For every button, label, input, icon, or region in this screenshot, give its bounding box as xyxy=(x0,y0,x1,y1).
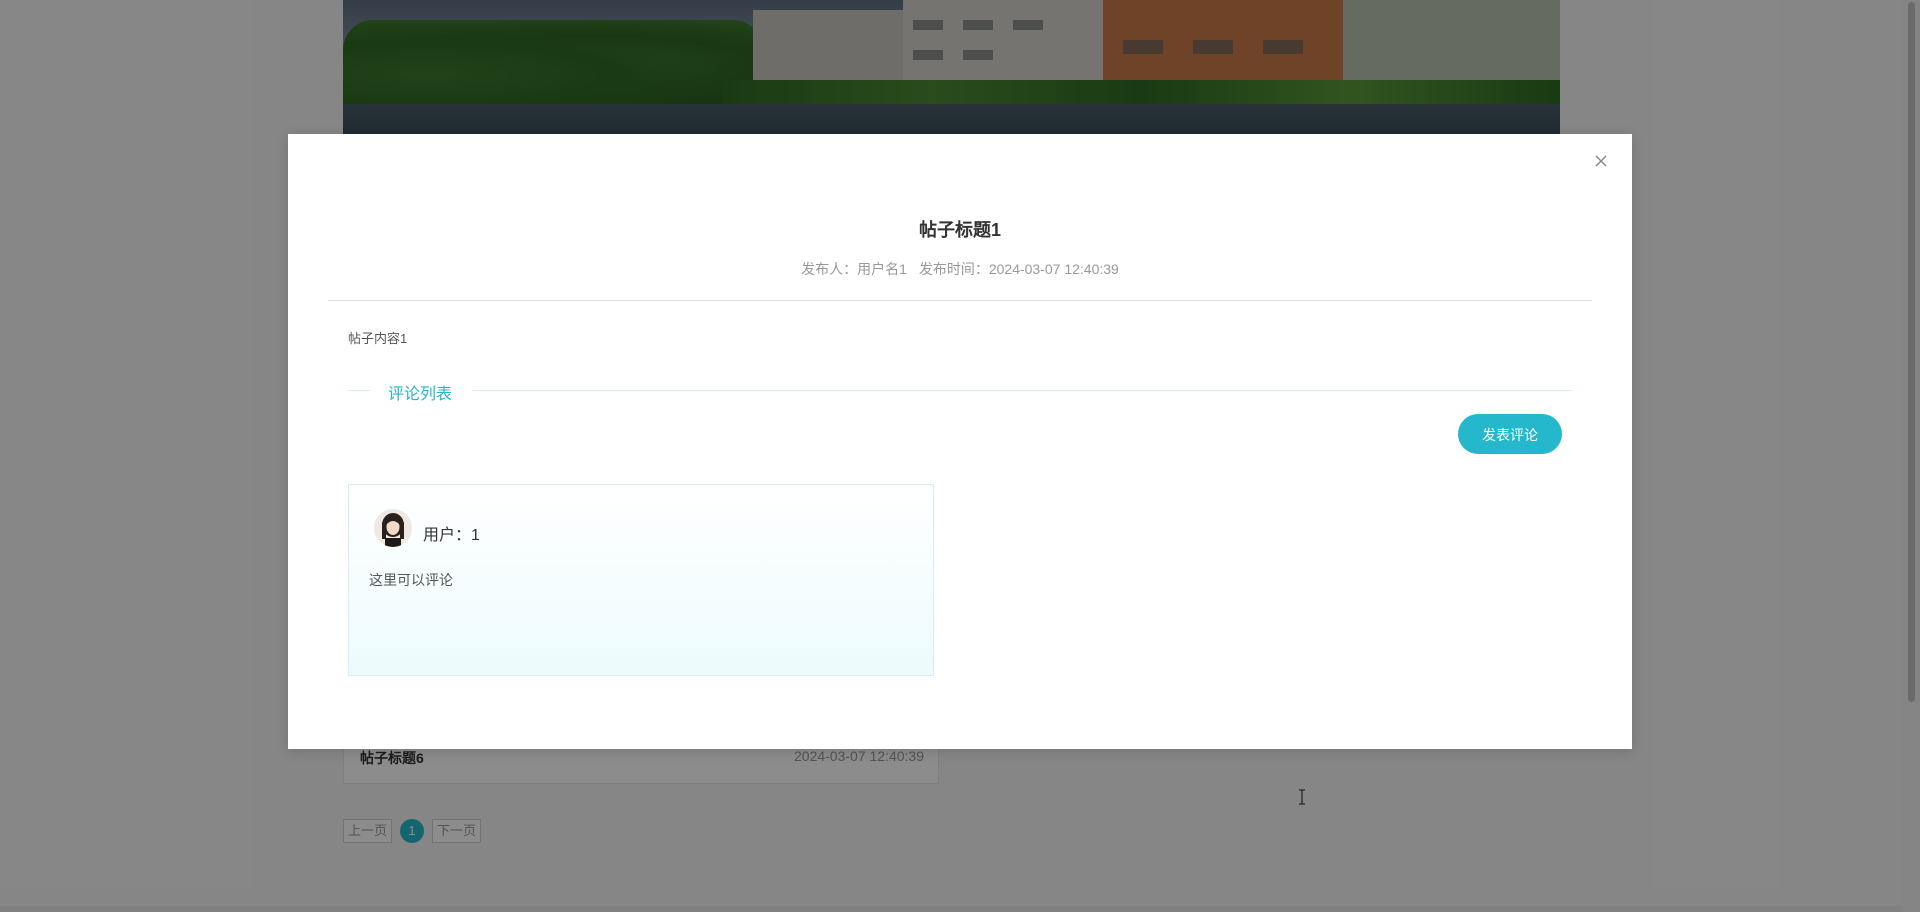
comments-heading-text: 评论列表 xyxy=(388,386,453,403)
post-author: 发布人：用户名1 xyxy=(801,261,907,277)
text-cursor-icon xyxy=(1298,789,1306,805)
post-time: 发布时间：2024-03-07 12:40:39 xyxy=(918,261,1119,277)
comments-section-heading: 评论列表 xyxy=(348,380,1572,403)
close-icon[interactable] xyxy=(1592,152,1610,170)
comment-card: 用户：1 这里可以评论 xyxy=(348,484,934,676)
avatar xyxy=(374,509,412,547)
comment-username: 用户：1 xyxy=(423,527,480,544)
post-meta: 发布人：用户名1 发布时间：2024-03-07 12:40:39 xyxy=(288,259,1632,279)
add-comment-button[interactable]: 发表评论 xyxy=(1458,414,1562,454)
comment-text: 这里可以评论 xyxy=(369,572,453,588)
post-title: 帖子标题1 xyxy=(918,220,1001,240)
page: 帖子标题6 2024-03-07 12:40:39 上一页 1 下一页 帖子标题… xyxy=(0,0,1920,912)
divider xyxy=(328,300,1592,301)
post-content: 帖子内容1 xyxy=(348,331,408,346)
post-detail-dialog: 帖子标题1 发布人：用户名1 发布时间：2024-03-07 12:40:39 … xyxy=(288,134,1632,805)
